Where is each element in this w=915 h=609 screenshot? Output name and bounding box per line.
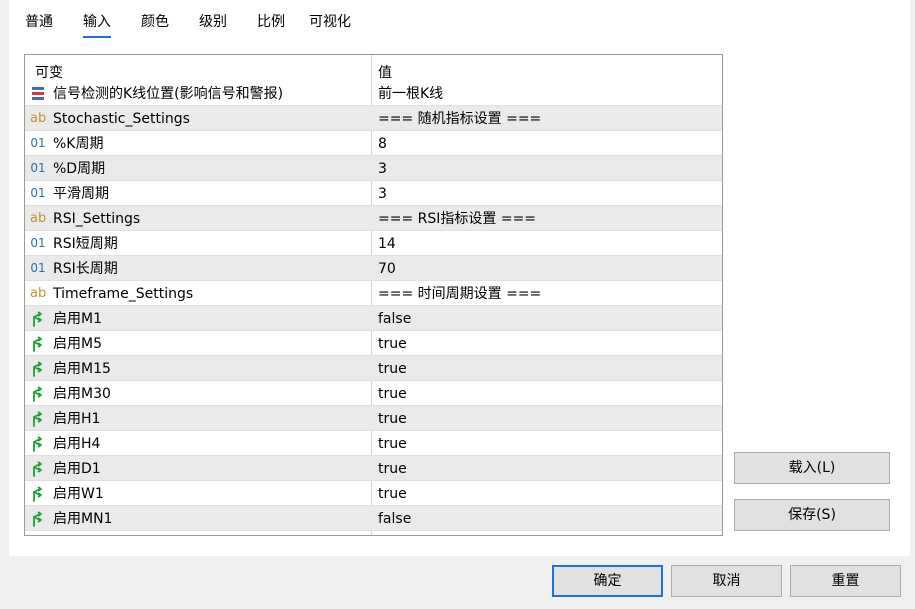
row-name: RSI_Settings <box>53 211 141 227</box>
grid-header: 可变 值 <box>25 55 722 82</box>
tab-inputs[interactable]: 输入 <box>83 12 111 38</box>
row-value[interactable]: true <box>378 409 407 429</box>
row-value[interactable]: true <box>378 359 407 379</box>
row-value[interactable]: 前一根K线 <box>378 84 443 104</box>
row-value[interactable]: true <box>378 484 407 504</box>
row-name: %K周期 <box>53 136 104 152</box>
table-row[interactable]: 01 平滑周期 3 <box>25 181 722 206</box>
boolean-icon <box>30 411 46 427</box>
row-value[interactable]: 14 <box>378 234 396 254</box>
tab-visualization[interactable]: 可视化 <box>309 12 351 38</box>
table-row[interactable]: ab Stochastic_Settings === 随机指标设置 === <box>25 106 722 131</box>
table-row[interactable]: 启用M30 true <box>25 381 722 406</box>
integer-icon: 01 <box>30 261 46 275</box>
row-value[interactable]: === 随机指标设置 === <box>378 109 541 129</box>
boolean-icon <box>30 311 46 327</box>
tab-common[interactable]: 普通 <box>25 12 53 38</box>
row-value[interactable]: true <box>378 384 407 404</box>
row-name: 信号检测的K线位置(影响信号和警报) <box>53 86 284 102</box>
integer-icon: 01 <box>30 161 46 175</box>
table-row[interactable]: 启用D1 true <box>25 456 722 481</box>
table-row[interactable]: 启用H1 true <box>25 406 722 431</box>
boolean-icon <box>30 386 46 402</box>
row-name: 平滑周期 <box>53 186 109 202</box>
integer-icon: 01 <box>30 236 46 250</box>
integer-icon: 01 <box>30 186 46 200</box>
row-name: 启用M30 <box>53 386 111 402</box>
row-value[interactable]: true <box>378 334 407 354</box>
row-value[interactable]: true <box>378 434 407 454</box>
save-button[interactable]: 保存(S) <box>734 499 890 531</box>
row-value[interactable]: false <box>378 509 411 529</box>
row-value[interactable]: true <box>378 459 407 479</box>
integer-icon: 01 <box>30 136 46 150</box>
inputs-grid: 可变 值 信号检测的K线位置(影响信号和警报) 前一根K线 ab Stochastic… <box>24 54 723 536</box>
table-row[interactable]: 启用W1 true <box>25 481 722 506</box>
load-button[interactable]: 载入(L) <box>734 452 890 484</box>
row-name: 启用H4 <box>53 436 101 452</box>
table-row[interactable]: 启用MN1 false <box>25 506 722 531</box>
column-header-variable[interactable]: 可变 <box>35 62 63 82</box>
row-name: 启用H1 <box>53 411 101 427</box>
row-value[interactable]: 3 <box>378 184 387 204</box>
cancel-button[interactable]: 取消 <box>671 565 782 597</box>
table-row[interactable]: ab Timeframe_Settings === 时间周期设置 === <box>25 281 722 306</box>
row-name: Timeframe_Settings <box>53 286 194 302</box>
tab-scales[interactable]: 比例 <box>257 12 285 38</box>
row-name: 启用MN1 <box>53 511 113 527</box>
row-name: 启用M5 <box>53 336 102 352</box>
row-value[interactable]: 3 <box>378 159 387 179</box>
row-value[interactable]: 70 <box>378 259 396 279</box>
tab-colors[interactable]: 颜色 <box>141 12 169 38</box>
string-icon: ab <box>30 211 47 226</box>
row-value[interactable]: false <box>378 309 411 329</box>
boolean-icon <box>30 361 46 377</box>
row-name: 启用M1 <box>53 311 102 327</box>
boolean-icon <box>30 461 46 477</box>
table-row[interactable]: ab RSI_Settings === RSI指标设置 === <box>25 206 722 231</box>
boolean-icon <box>30 511 46 527</box>
table-row[interactable]: 启用H4 true <box>25 431 722 456</box>
tab-levels[interactable]: 级别 <box>199 12 227 38</box>
boolean-icon <box>30 436 46 452</box>
ok-button[interactable]: 确定 <box>552 565 663 597</box>
boolean-icon <box>30 336 46 352</box>
row-value[interactable]: === 时间周期设置 === <box>378 284 541 304</box>
table-row[interactable]: 启用M15 true <box>25 356 722 381</box>
table-row[interactable]: 01 RSI长周期 70 <box>25 256 722 281</box>
row-name: 启用W1 <box>53 486 104 502</box>
row-name: %D周期 <box>53 161 106 177</box>
enum-icon <box>30 86 46 101</box>
table-row[interactable]: 01 %D周期 3 <box>25 156 722 181</box>
table-row[interactable]: 信号检测的K线位置(影响信号和警报) 前一根K线 <box>25 81 722 106</box>
boolean-icon <box>30 486 46 502</box>
row-name: RSI长周期 <box>53 261 118 277</box>
reset-button[interactable]: 重置 <box>790 565 901 597</box>
string-icon: ab <box>30 111 47 126</box>
table-row[interactable]: 01 RSI短周期 14 <box>25 231 722 256</box>
tab-bar: 普通 输入 颜色 级别 比例 可视化 <box>9 0 910 40</box>
row-name: 启用M15 <box>53 361 111 377</box>
row-name: Stochastic_Settings <box>53 111 190 127</box>
column-header-value[interactable]: 值 <box>378 62 392 82</box>
table-row[interactable]: 启用M5 true <box>25 331 722 356</box>
row-value[interactable]: 8 <box>378 134 387 154</box>
dialog-panel: 普通 输入 颜色 级别 比例 可视化 可变 值 信号检测的K线位置(影响信号和警… <box>9 0 910 556</box>
table-row[interactable]: 01 %K周期 8 <box>25 131 722 156</box>
table-row[interactable]: 启用M1 false <box>25 306 722 331</box>
string-icon: ab <box>30 286 47 301</box>
row-value[interactable]: === RSI指标设置 === <box>378 209 536 229</box>
row-name: RSI短周期 <box>53 236 118 252</box>
row-name: 启用D1 <box>53 461 101 477</box>
